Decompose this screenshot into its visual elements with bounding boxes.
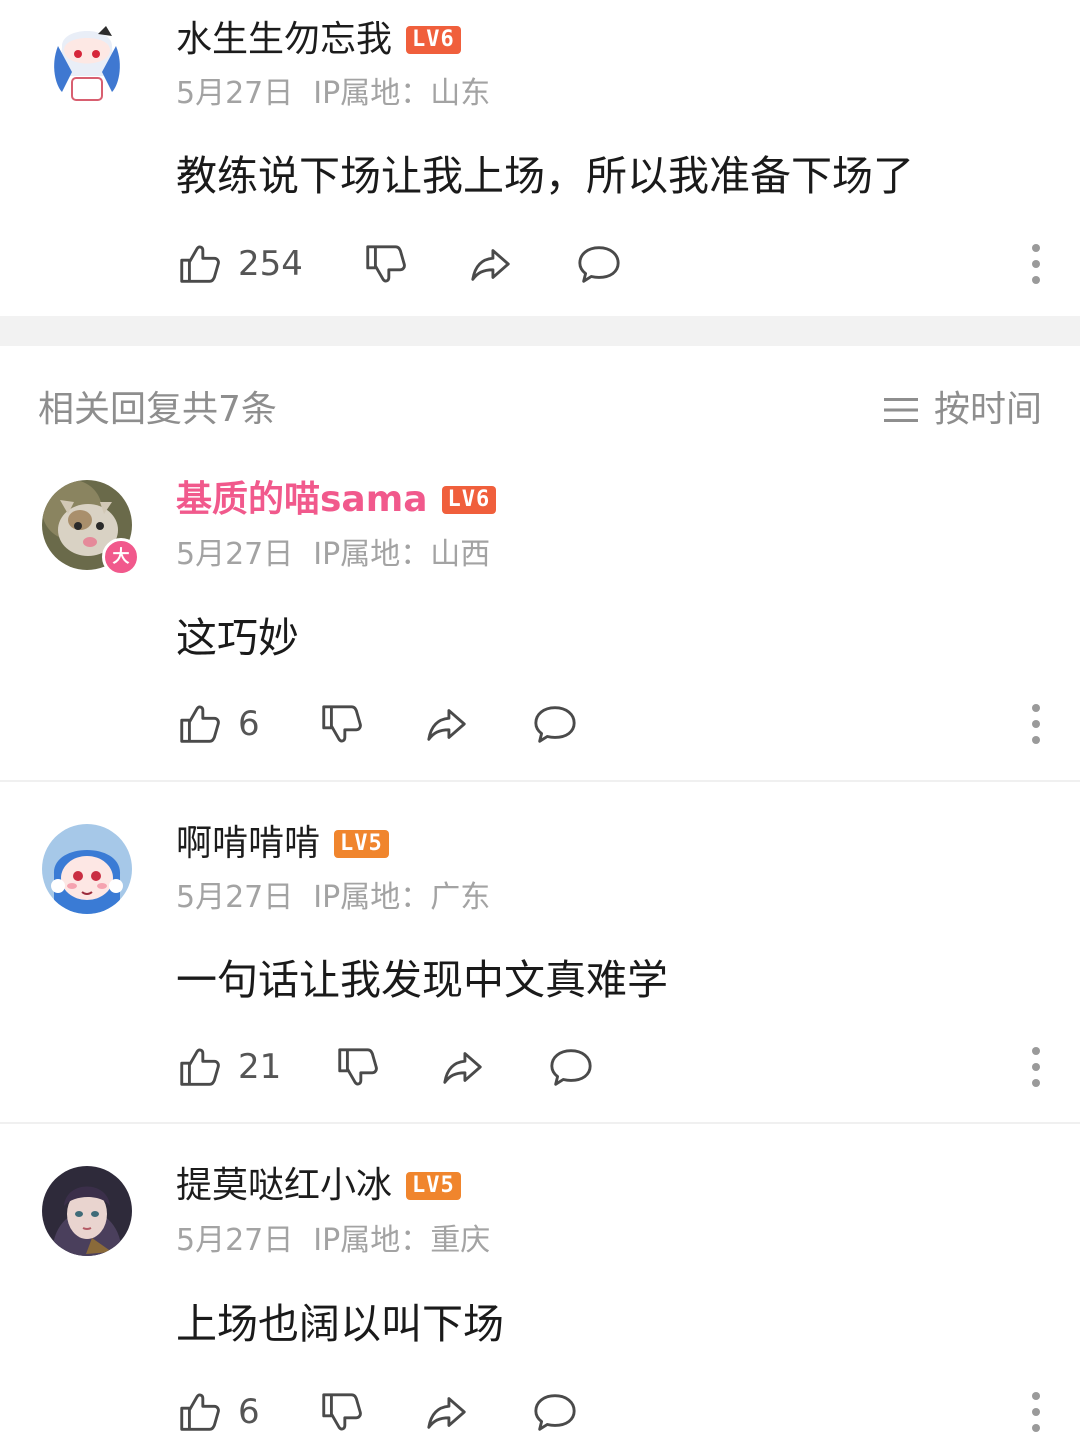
- username[interactable]: 水生生勿忘我 LV6: [176, 20, 461, 60]
- like-count: 6: [238, 704, 260, 744]
- comment-meta: 5月27日 IP属地：重庆: [176, 1224, 490, 1258]
- more-vertical-icon[interactable]: [1026, 1388, 1046, 1436]
- divider: [0, 1122, 1080, 1124]
- sort-lines-icon: [883, 398, 918, 422]
- like-count: 6: [238, 1392, 260, 1432]
- replies-count-title: 相关回复共7条: [38, 389, 277, 430]
- more-vertical-icon[interactable]: [1026, 1043, 1046, 1091]
- share-icon: [424, 701, 470, 747]
- comment-icon: [532, 701, 578, 747]
- like-button[interactable]: 254: [176, 240, 303, 288]
- divider: [0, 780, 1080, 782]
- comment-actions: 21: [176, 1043, 1046, 1091]
- thumbs-up-icon: [176, 701, 222, 747]
- comment-date: 5月27日: [176, 76, 294, 111]
- sort-button[interactable]: 按时间: [882, 388, 1042, 432]
- comment-icon: [532, 1389, 578, 1435]
- like-count: 21: [238, 1047, 282, 1087]
- like-button[interactable]: 6: [176, 700, 260, 748]
- comment-meta: 5月27日 IP属地：山东: [176, 77, 490, 111]
- like-button[interactable]: 21: [176, 1043, 281, 1091]
- comment-meta: 5月27日 IP属地：山西: [176, 538, 490, 572]
- share-button[interactable]: [424, 1388, 470, 1436]
- username-text[interactable]: 啊啃啃啃: [176, 824, 320, 864]
- comment-icon: [548, 1044, 594, 1090]
- thumbs-down-icon: [318, 701, 364, 747]
- avatar[interactable]: [42, 1166, 132, 1256]
- share-button[interactable]: [468, 240, 514, 288]
- reply-button[interactable]: [576, 240, 622, 288]
- share-button[interactable]: [424, 700, 470, 748]
- share-icon: [424, 1389, 470, 1435]
- comment-text: 一句话让我发现中文真难学: [176, 956, 668, 1004]
- dislike-button[interactable]: [362, 240, 408, 288]
- more-vertical-icon[interactable]: [1026, 240, 1046, 288]
- username-text[interactable]: 提莫哒红小冰: [176, 1166, 392, 1206]
- section-divider: [0, 316, 1080, 346]
- ip-location: IP属地：山东: [313, 76, 491, 111]
- username-text[interactable]: 基质的喵sama: [176, 480, 428, 520]
- comment-text: 教练说下场让我上场，所以我准备下场了: [176, 152, 914, 200]
- more-vertical-icon[interactable]: [1026, 700, 1046, 748]
- thumbs-down-icon: [362, 241, 408, 287]
- share-button[interactable]: [440, 1043, 486, 1091]
- comment-date: 5月27日: [176, 1223, 294, 1258]
- dislike-button[interactable]: [334, 1043, 380, 1091]
- level-badge: LV6: [441, 486, 497, 514]
- comment-date: 5月27日: [176, 880, 294, 915]
- username[interactable]: 提莫哒红小冰 LV5: [176, 1166, 461, 1206]
- ip-location: IP属地：重庆: [313, 1223, 491, 1258]
- comment-actions: 6: [176, 700, 1046, 748]
- share-icon: [468, 241, 514, 287]
- thumbs-up-icon: [176, 1389, 222, 1435]
- level-badge: LV5: [406, 1172, 461, 1200]
- dislike-button[interactable]: [318, 700, 364, 748]
- like-button[interactable]: 6: [176, 1388, 260, 1436]
- dislike-button[interactable]: [318, 1388, 364, 1436]
- sort-label: 按时间: [933, 389, 1042, 430]
- thumbs-down-icon: [334, 1044, 380, 1090]
- comment-text: 这巧妙: [176, 614, 299, 662]
- level-badge: LV6: [406, 26, 461, 54]
- comment-text: 上场也阔以叫下场: [176, 1300, 504, 1348]
- username-text[interactable]: 水生生勿忘我: [176, 20, 392, 60]
- comment-actions: 254: [176, 240, 1046, 288]
- comment-meta: 5月27日 IP属地：广东: [176, 881, 490, 915]
- level-badge: LV5: [334, 830, 389, 858]
- reply-button[interactable]: [532, 700, 578, 748]
- like-count: 254: [238, 244, 303, 284]
- big-member-badge: 大: [102, 538, 140, 576]
- comment-date: 5月27日: [176, 537, 294, 572]
- thumbs-down-icon: [318, 1389, 364, 1435]
- reply-button[interactable]: [532, 1388, 578, 1436]
- reply-button[interactable]: [548, 1043, 594, 1091]
- ip-location: IP属地：广东: [313, 880, 491, 915]
- share-icon: [440, 1044, 486, 1090]
- thumbs-up-icon: [176, 241, 222, 287]
- ip-location: IP属地：山西: [313, 537, 491, 572]
- avatar[interactable]: [42, 16, 132, 106]
- avatar[interactable]: [42, 824, 132, 914]
- username[interactable]: 基质的喵sama LV6: [176, 480, 497, 520]
- comment-icon: [576, 241, 622, 287]
- comment-actions: 6: [176, 1388, 1046, 1436]
- thumbs-up-icon: [176, 1044, 222, 1090]
- username[interactable]: 啊啃啃啃 LV5: [176, 824, 389, 864]
